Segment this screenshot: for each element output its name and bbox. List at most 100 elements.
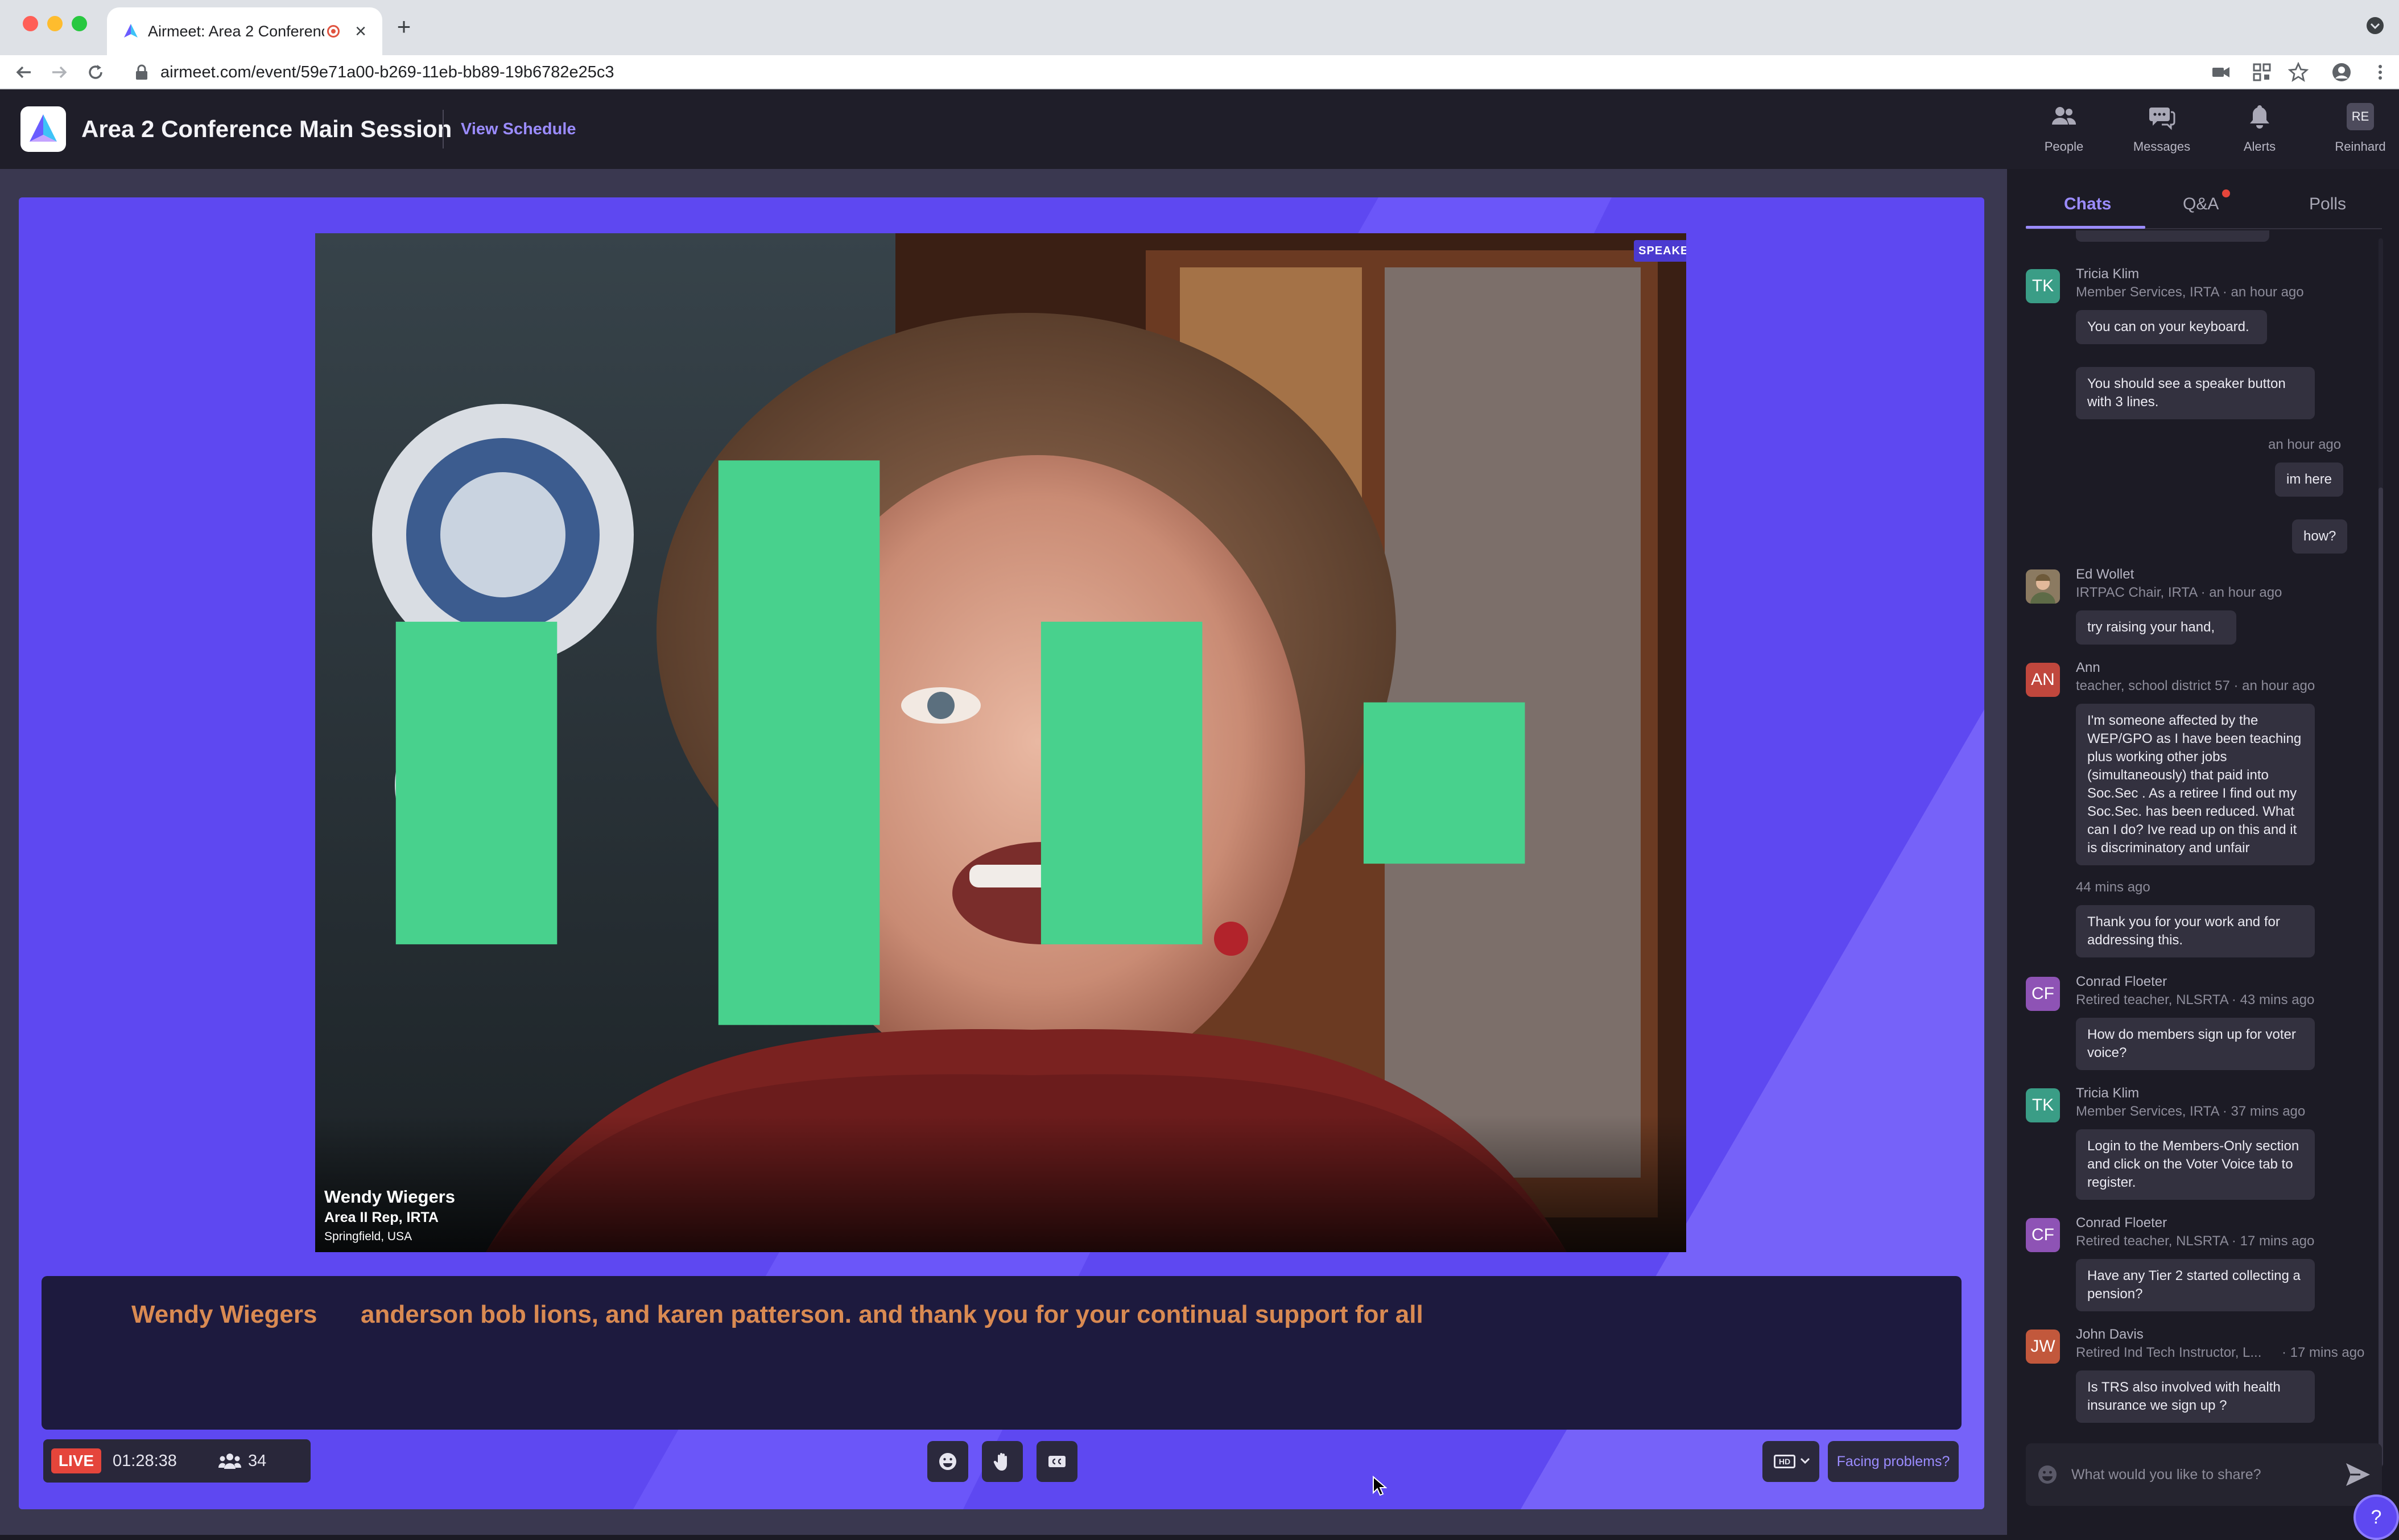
people-label: People [2044,139,2084,154]
viewers-icon [218,1454,241,1469]
camera-in-use-icon[interactable] [2211,62,2231,82]
active-tab-indicator [2026,226,2145,229]
window-close-button[interactable] [23,16,38,31]
chat-timestamp: an hour ago [2268,437,2342,452]
avatar[interactable]: CF [2026,977,2060,1011]
chat-bubble: Login to the Members-Only section and cl… [2076,1129,2315,1200]
help-button[interactable]: ? [2353,1494,2399,1540]
app-header: Area 2 Conference Main Session View Sche… [0,89,2399,169]
avatar[interactable]: TK [2026,1088,2060,1122]
window-minimize-button[interactable] [47,16,63,31]
airmeet-logo[interactable] [20,106,66,152]
stage: SPEAKER Wendy Wiegers Area II Rep, IRTA … [19,197,1984,1509]
back-icon[interactable] [14,62,34,82]
caption-speaker: Wendy Wiegers [131,1300,317,1328]
chat-author-name[interactable]: Tricia Klim [2076,266,2139,283]
chat-bubble-self: how? [2292,519,2348,554]
avatar[interactable]: JW [2026,1330,2060,1364]
chat-author-meta: teacher, school district 57 · an hour ag… [2076,678,2315,693]
messages-button[interactable]: Messages [2122,103,2202,160]
live-badge: LIVE [51,1448,101,1473]
speaker-location: Springfield, USA [324,1230,412,1243]
profile-icon[interactable] [2331,62,2352,82]
closed-captions-button[interactable] [1037,1441,1077,1482]
chat-author-meta: Member Services, IRTA · an hour ago [2076,284,2304,300]
user-name-label: Reinhard [2335,139,2386,154]
forward-icon[interactable] [49,62,69,82]
chat-author-name[interactable]: John Davis [2076,1326,2144,1343]
raise-hand-button[interactable] [982,1441,1023,1482]
bell-icon [2250,105,2269,129]
chat-bubble: Where do I control volume [2076,230,2269,242]
airmeet-logo-icon [30,114,57,142]
messages-icon [2149,108,2175,130]
send-icon[interactable] [2344,1461,2372,1488]
people-icon [2052,107,2076,125]
chat-bubble: Have any Tier 2 started collecting a pen… [2076,1259,2315,1311]
emoji-picker-icon[interactable] [2036,1463,2059,1486]
chat-bubble: How do members sign up for voter voice? [2076,1018,2315,1070]
video-quality-button[interactable]: HD [1762,1441,1819,1482]
tab-polls[interactable]: Polls [2309,193,2346,216]
speaker-video[interactable]: SPEAKER Wendy Wiegers Area II Rep, IRTA … [315,233,1686,1252]
tab-search-icon[interactable] [2365,16,2385,35]
qr-code-icon[interactable] [2252,62,2272,82]
chat-author-name[interactable]: Ed Wollet [2076,566,2134,583]
chevron-down-icon [1800,1458,1810,1464]
chat-list: Where do I control volume TK Tricia Klim… [2009,230,2399,1482]
chat-author-meta: Member Services, IRTA · 37 mins ago [2076,1104,2306,1119]
view-schedule-link[interactable]: View Schedule [461,118,576,141]
avatar[interactable] [2026,569,2060,604]
messages-label: Messages [2133,139,2191,154]
chat-author-name[interactable]: Conrad Floeter [2076,1215,2167,1232]
stage-area: SPEAKER Wendy Wiegers Area II Rep, IRTA … [0,169,2007,1535]
avatar[interactable]: CF [2026,1218,2060,1252]
caption-bar: Wendy Wiegers anderson bob lions, and ka… [42,1276,1962,1430]
closed-captions-icon [1048,1456,1066,1467]
alerts-button[interactable]: Alerts [2220,103,2299,160]
avatar[interactable]: AN [2026,663,2060,697]
chat-author-meta: Retired teacher, NLSRTA · 17 mins ago [2076,1233,2315,1249]
chat-author-meta: Retired Ind Tech Instructor, L... [2076,1345,2262,1360]
tab-close-icon[interactable]: × [350,19,371,44]
side-panel: Chats Q&A Polls Where do I control volum… [2009,169,2399,1540]
facing-problems-button[interactable]: Facing problems? [1828,1441,1959,1482]
chat-bubble: Is TRS also involved with health insuran… [2076,1370,2315,1423]
tab-chats[interactable]: Chats [2064,193,2111,216]
chat-bubble-self: im here [2275,463,2344,497]
speaker-role: Area II Rep, IRTA [324,1209,439,1225]
address-bar[interactable]: airmeet.com/event/59e71a00-b269-11eb-bb8… [129,60,2006,85]
chat-bubble: You can on your keyboard. [2076,310,2267,344]
alerts-label: Alerts [2243,139,2276,154]
browser-tab[interactable]: Airmeet: Area 2 Conference × [107,7,382,55]
recording-indicator-icon [327,25,340,38]
chat-input[interactable] [2070,1458,2332,1492]
emoji-icon [939,1453,956,1470]
chat-author-name[interactable]: Conrad Floeter [2076,973,2167,990]
chat-bubble: You should see a speaker button with 3 l… [2076,367,2315,419]
chat-author-name[interactable]: Tricia Klim [2076,1085,2139,1102]
qa-notification-badge [2222,189,2230,197]
live-status: LIVE 01:28:38 34 [43,1439,311,1483]
audio-level-icon [395,460,1525,1025]
chat-bubble: Thank you for your work and for addressi… [2076,905,2315,957]
new-tab-button[interactable]: + [393,13,415,41]
chat-composer [2026,1443,2382,1506]
people-button[interactable]: People [2024,103,2104,160]
chat-timestamp: · 17 mins ago [2282,1345,2365,1360]
session-title: Area 2 Conference Main Session [81,115,452,142]
user-photo-icon [2026,569,2060,604]
mouse-cursor-icon [1373,1476,1387,1496]
url-text: airmeet.com/event/59e71a00-b269-11eb-bb8… [160,63,614,81]
reload-icon[interactable] [85,62,106,82]
avatar[interactable]: TK [2026,269,2060,303]
window-zoom-button[interactable] [72,16,87,31]
bookmark-star-icon[interactable] [2288,62,2309,82]
hd-icon: HD [1774,1455,1795,1468]
raise-hand-icon [993,1453,1007,1471]
chat-author-name[interactable]: Ann [2076,659,2100,676]
user-avatar[interactable]: RE [2347,103,2374,130]
tab-qa[interactable]: Q&A [2183,193,2219,216]
reactions-button[interactable] [927,1441,968,1482]
browser-menu-icon[interactable] [2370,62,2390,82]
